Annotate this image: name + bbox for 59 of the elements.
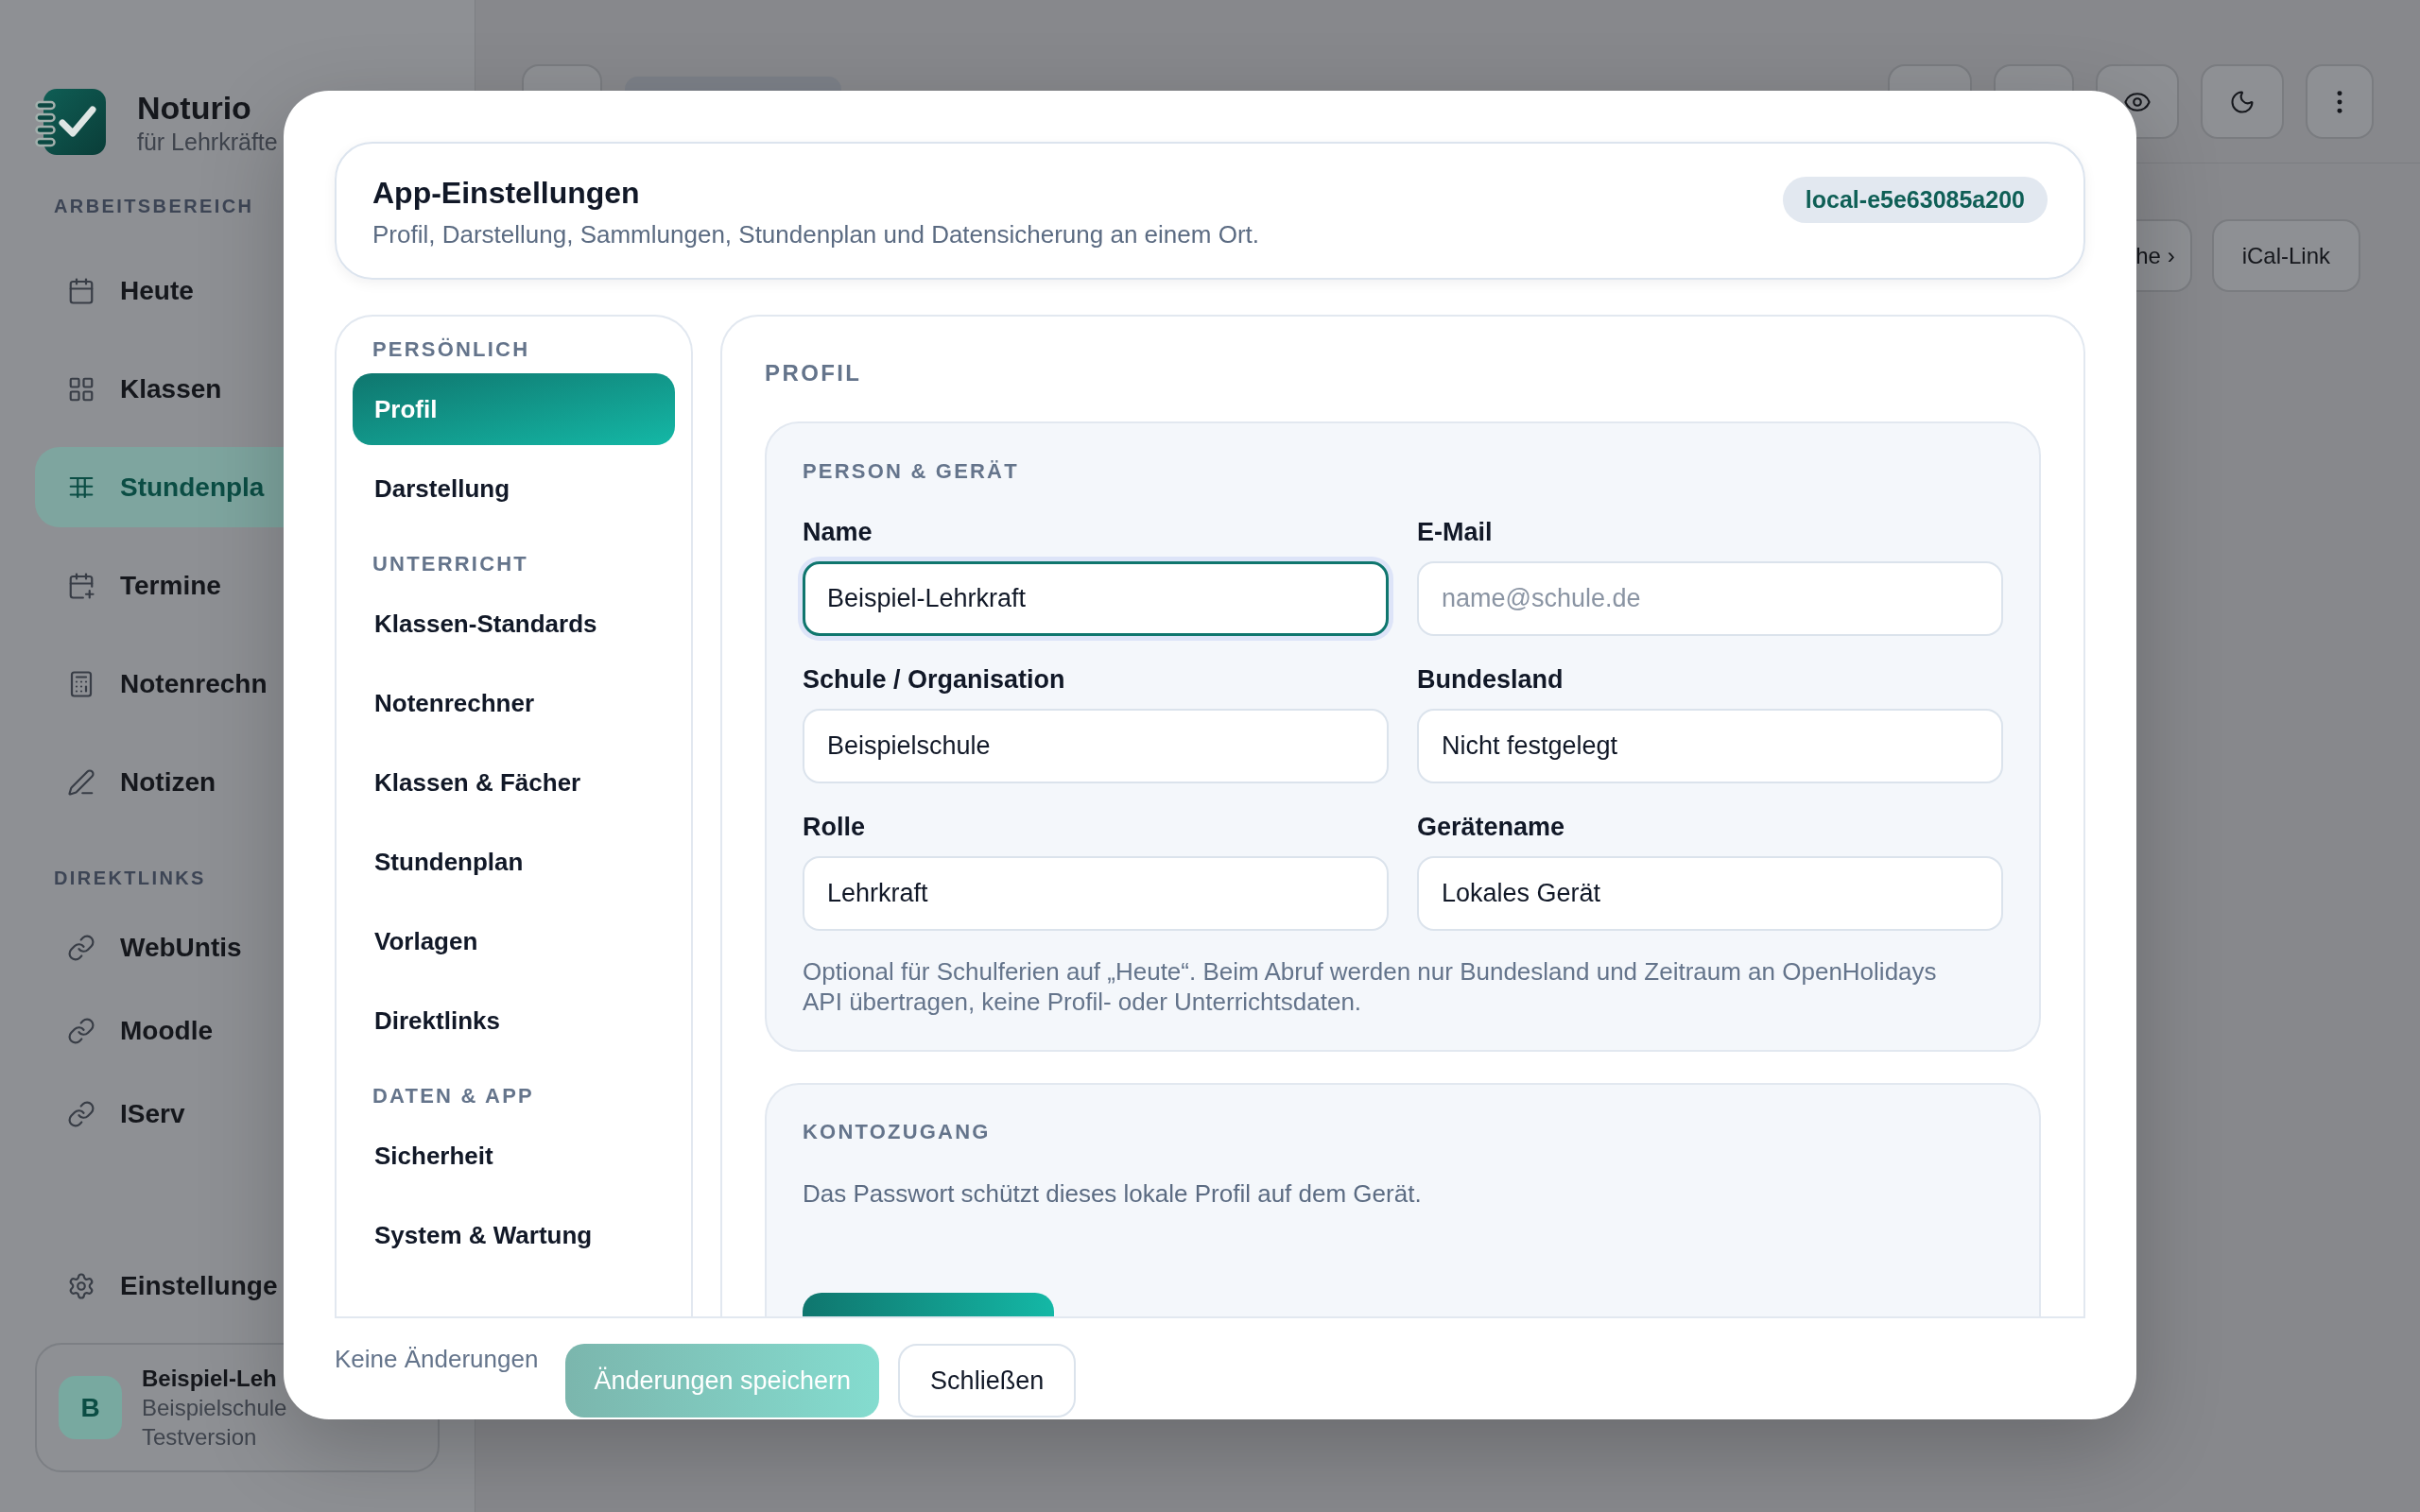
link-icon bbox=[67, 1017, 95, 1045]
toolbar-button[interactable] bbox=[522, 64, 602, 91]
nav-item[interactable]: Profil bbox=[353, 373, 675, 445]
input-field[interactable]: name@schule.de bbox=[1417, 561, 2003, 636]
brand-tagline: für Lehrkräfte bbox=[137, 128, 278, 156]
input-field[interactable]: Beispiel-Lehrkraft bbox=[803, 561, 1389, 636]
input-field[interactable]: Nicht festgelegt bbox=[1417, 709, 2003, 783]
nav-item[interactable]: Notenrechner bbox=[353, 667, 675, 739]
theme-button[interactable] bbox=[2201, 64, 2284, 139]
nav-section-label: UNTERRICHT bbox=[372, 550, 529, 577]
field-label: Gerätename bbox=[1417, 813, 1566, 841]
nav-item[interactable]: Direktlinks bbox=[353, 985, 675, 1057]
toolbar-pill[interactable] bbox=[625, 77, 841, 91]
field-label: Bundesland bbox=[1417, 665, 1564, 694]
nav-item[interactable]: Klassen-Standards bbox=[353, 588, 675, 660]
sidebar-item[interactable]: Heute bbox=[35, 250, 440, 331]
dialog-title: App-Einstellungen bbox=[372, 175, 641, 212]
nav-item[interactable]: Stundenplan bbox=[353, 826, 675, 898]
user-name: Beispiel-Leh bbox=[142, 1365, 278, 1393]
field-label: Name bbox=[803, 518, 873, 546]
calendar-icon bbox=[67, 276, 95, 305]
dialog-subtitle: Profil, Darstellung, Sammlungen, Stundenplan und Datensicherung an einem Ort. bbox=[372, 219, 1259, 250]
link-icon bbox=[67, 934, 95, 962]
description-text: Das Passwort schützt dieses lokale Profil auf dem Gerät. bbox=[803, 1178, 1423, 1209]
brand-name: Noturio bbox=[137, 89, 252, 127]
section-title: KONTOZUGANG bbox=[803, 1119, 992, 1145]
ical-link-button[interactable]: iCal-Link bbox=[2211, 219, 2360, 292]
close-button[interactable]: Schließen bbox=[898, 1344, 1077, 1418]
input-field[interactable]: Lehrkraft bbox=[803, 856, 1389, 931]
logo-icon bbox=[35, 89, 106, 155]
partial-button[interactable] bbox=[803, 1293, 1054, 1316]
field-label: Schule / Organisation bbox=[803, 665, 1066, 694]
calendar-plus-icon bbox=[67, 571, 95, 600]
settings-icon bbox=[67, 1271, 95, 1300]
field-label: Rolle bbox=[803, 813, 866, 841]
nav-item[interactable]: System & Wartung bbox=[353, 1199, 675, 1271]
toolbar-button[interactable] bbox=[1888, 64, 1972, 91]
link-icon bbox=[67, 1100, 95, 1128]
avatar: B bbox=[59, 1376, 122, 1439]
input-field[interactable]: Beispielschule bbox=[803, 709, 1389, 783]
nav-item[interactable]: Sicherheit bbox=[353, 1120, 675, 1192]
hint-text: Optional für Schulferien auf „Heute“. Beim Abruf werden nur Bundesland und Zeitraum an OpenHolidays API übertragen, keine Profil- oder Unterrichtsdaten. bbox=[803, 956, 1938, 1017]
section-title: PERSON & GERÄT bbox=[803, 458, 1020, 485]
user-plan: Testversion bbox=[142, 1423, 258, 1452]
pen-icon bbox=[67, 767, 95, 797]
more-button[interactable] bbox=[2306, 64, 2374, 139]
nav-item[interactable]: Klassen & Fächer bbox=[353, 747, 675, 818]
input-field[interactable]: Lokales Gerät bbox=[1417, 856, 2003, 931]
section-heading: PROFIL bbox=[765, 359, 863, 387]
toolbar-button[interactable] bbox=[1994, 64, 2074, 91]
field-label: E-Mail bbox=[1417, 518, 1494, 546]
section-label: DIREKTLINKS bbox=[53, 867, 207, 890]
user-school: Beispielschule bbox=[142, 1394, 287, 1422]
nav-item[interactable]: Vorlagen bbox=[353, 905, 675, 977]
nav-section-label: DATEN & APP bbox=[372, 1082, 535, 1109]
moon-icon bbox=[2229, 88, 2256, 115]
id-badge: local-e5e63085a200 bbox=[1782, 177, 2048, 223]
more-icon bbox=[2337, 90, 2342, 113]
nav-section-label: PERSÖNLICH bbox=[372, 335, 531, 363]
